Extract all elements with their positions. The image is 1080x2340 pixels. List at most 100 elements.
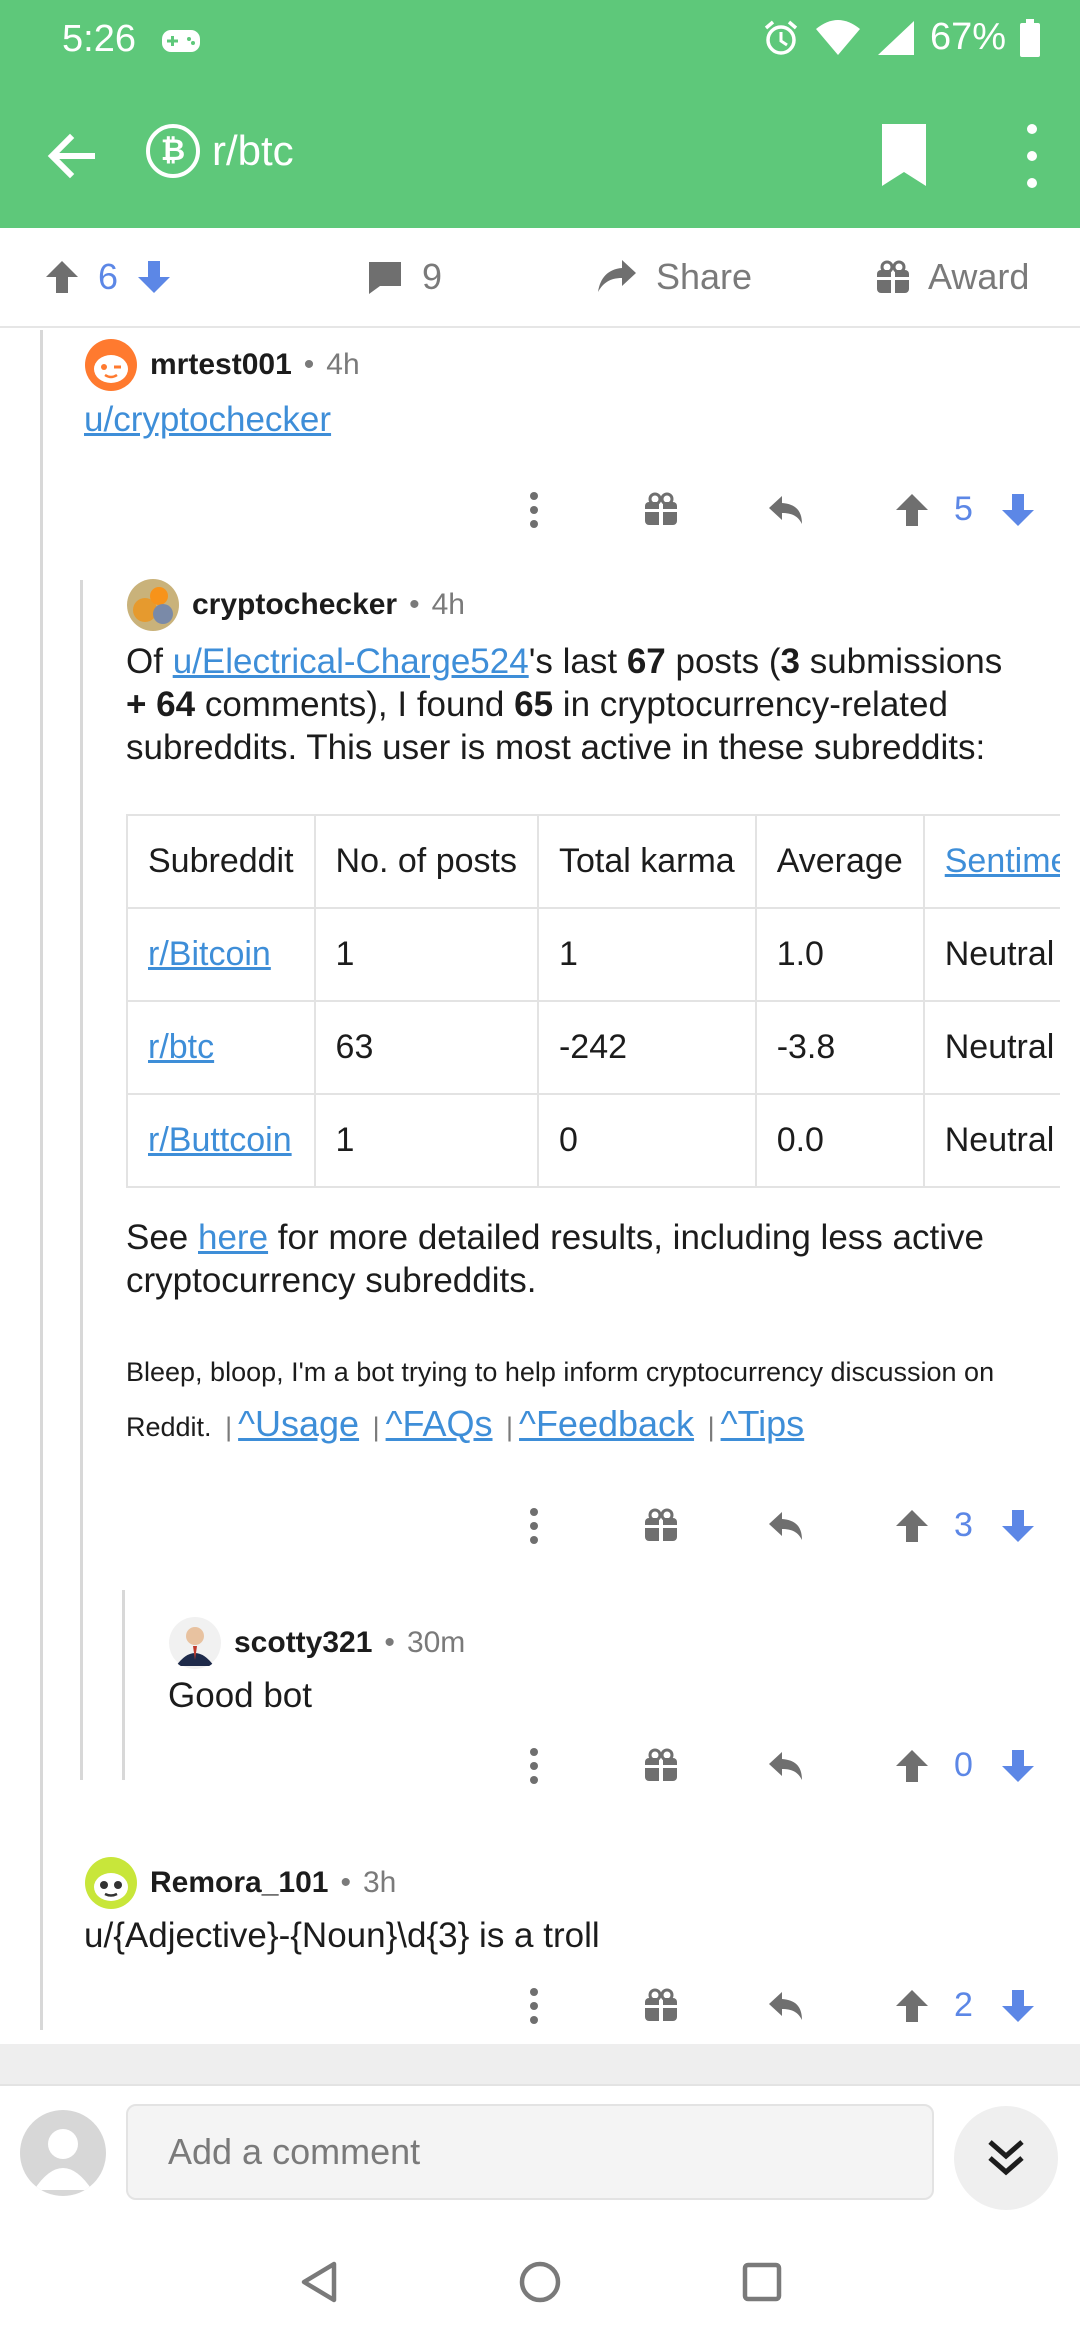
upvote-icon[interactable]: [894, 1748, 930, 1784]
collapse-double-chevron-icon[interactable]: [954, 2106, 1058, 2210]
table-cell: 0.0: [754, 1093, 925, 1188]
post-vote: 6: [44, 256, 172, 298]
comment-age: 3h: [362, 1866, 397, 1899]
app-bar: ₿ r/btc: [0, 80, 1080, 228]
reply-icon[interactable]: [766, 1988, 806, 2024]
status-time: 5:26: [62, 18, 136, 60]
comment-actions: 2: [0, 1976, 1080, 2036]
table-cell: 1: [536, 907, 757, 1002]
avatar[interactable]: [84, 1856, 138, 1910]
table-cell: 1: [313, 1093, 539, 1188]
tips-link[interactable]: ^Tips: [721, 1403, 805, 1444]
karma-table-scroll[interactable]: Subreddit No. of posts Total karma Avera…: [126, 814, 1060, 1194]
table-cell: 0: [536, 1093, 757, 1188]
subreddit-link[interactable]: r/Buttcoin: [148, 1121, 292, 1159]
table-cell: Neutral: [922, 907, 1060, 1002]
table-cell: 1.0: [754, 907, 925, 1002]
comment-header: scotty321 • 30m: [168, 1616, 465, 1670]
wifi-icon: [815, 19, 860, 55]
comment-author[interactable]: scotty321: [234, 1626, 372, 1660]
downvote-icon[interactable]: [136, 259, 172, 295]
subreddit-link[interactable]: r/Bitcoin: [148, 935, 271, 973]
reply-icon[interactable]: [766, 1748, 806, 1784]
table-row: r/Bitcoin 1 1 1.0 Neutral: [126, 907, 1060, 1002]
bookmark-icon[interactable]: [878, 120, 930, 190]
count: 65: [514, 685, 554, 724]
back-arrow-icon[interactable]: [40, 124, 104, 188]
comment-age: 30m: [406, 1626, 466, 1659]
share-button[interactable]: Share: [596, 256, 752, 298]
game-controller-icon: [162, 30, 200, 52]
comments-count: 9: [422, 256, 443, 297]
faqs-link[interactable]: ^FAQs: [386, 1403, 493, 1444]
comment-author[interactable]: mrtest001: [150, 348, 292, 382]
back-nav-icon[interactable]: [298, 2260, 340, 2304]
award-button[interactable]: Award: [876, 256, 1029, 298]
usage-link[interactable]: ^Usage: [238, 1403, 359, 1444]
user-avatar-icon[interactable]: [20, 2110, 106, 2196]
status-icons: 67%: [762, 16, 1040, 59]
count: 67: [626, 642, 666, 681]
table-cell: 63: [313, 1000, 539, 1095]
gift-icon[interactable]: [644, 1748, 678, 1782]
karma-table: Subreddit No. of posts Total karma Avera…: [126, 814, 1060, 1188]
more-options-icon[interactable]: [530, 1748, 538, 1784]
post-score: 6: [98, 256, 119, 297]
user-link[interactable]: u/cryptochecker: [84, 400, 331, 439]
comment-actions: 0: [0, 1736, 1080, 1796]
avatar[interactable]: [126, 578, 180, 632]
comment-score: 0: [954, 1746, 973, 1784]
post-action-bar: 6 9 Share Award: [0, 228, 1080, 328]
comment-age: 4h: [326, 348, 360, 381]
text: Of: [126, 642, 173, 681]
home-nav-icon[interactable]: [518, 2260, 562, 2304]
add-comment-input[interactable]: Add a comment: [126, 2104, 934, 2200]
reply-icon[interactable]: [766, 492, 806, 528]
subreddit-name: r/btc: [212, 127, 294, 174]
table-cell: Neutral: [922, 1000, 1060, 1095]
battery-percent: 67%: [929, 16, 1006, 58]
comment-score: 5: [954, 490, 973, 528]
avatar[interactable]: [84, 338, 138, 392]
column-header-link[interactable]: Sentiment: [945, 842, 1060, 880]
comment-author[interactable]: cryptochecker: [192, 588, 397, 622]
user-link[interactable]: u/Electrical-Charge524: [173, 642, 529, 681]
recents-nav-icon[interactable]: [742, 2262, 782, 2302]
avatar[interactable]: [168, 1616, 222, 1670]
upvote-icon[interactable]: [894, 1988, 930, 2024]
column-header: Subreddit: [126, 814, 316, 909]
upvote-icon[interactable]: [44, 259, 80, 295]
upvote-icon[interactable]: [894, 1508, 930, 1544]
here-link[interactable]: here: [198, 1218, 268, 1257]
gift-icon[interactable]: [644, 492, 678, 526]
more-options-icon[interactable]: [530, 1508, 538, 1544]
more-options-icon[interactable]: [530, 492, 538, 528]
text: See: [126, 1218, 198, 1257]
downvote-icon[interactable]: [1000, 492, 1036, 528]
gift-icon: [877, 260, 909, 293]
comment-score: 2: [954, 1986, 973, 2024]
subreddit-title[interactable]: ₿ r/btc: [146, 124, 294, 178]
downvote-icon[interactable]: [1000, 1748, 1036, 1784]
comment-header: mrtest001 • 4h: [84, 338, 360, 392]
bot-note: Bleep, bloop, I'm a bot trying to help i…: [126, 1346, 1066, 1453]
subreddit-link[interactable]: r/btc: [148, 1028, 214, 1066]
award-label: Award: [928, 256, 1030, 297]
comments-count-button[interactable]: 9: [366, 256, 442, 298]
more-options-icon[interactable]: [530, 1988, 538, 2024]
table-row: r/Buttcoin 1 0 0.0 Neutral: [126, 1093, 1060, 1188]
downvote-icon[interactable]: [1000, 1508, 1036, 1544]
reply-icon[interactable]: [766, 1508, 806, 1544]
comment-composer: Add a comment: [0, 2084, 1080, 2220]
table-cell: Neutral: [922, 1093, 1060, 1188]
downvote-icon[interactable]: [1000, 1988, 1036, 2024]
upvote-icon[interactable]: [894, 492, 930, 528]
overflow-menu-icon[interactable]: [1022, 124, 1042, 188]
gift-icon[interactable]: [644, 1988, 678, 2022]
bot-links: | ^Usage | ^FAQs | ^Feedback | ^Tips: [225, 1403, 805, 1444]
feedback-link[interactable]: ^Feedback: [519, 1403, 694, 1444]
comment-author[interactable]: Remora_101: [150, 1866, 328, 1900]
battery-icon: [1020, 18, 1040, 57]
footer-divider: [0, 2044, 1080, 2084]
gift-icon[interactable]: [644, 1508, 678, 1542]
